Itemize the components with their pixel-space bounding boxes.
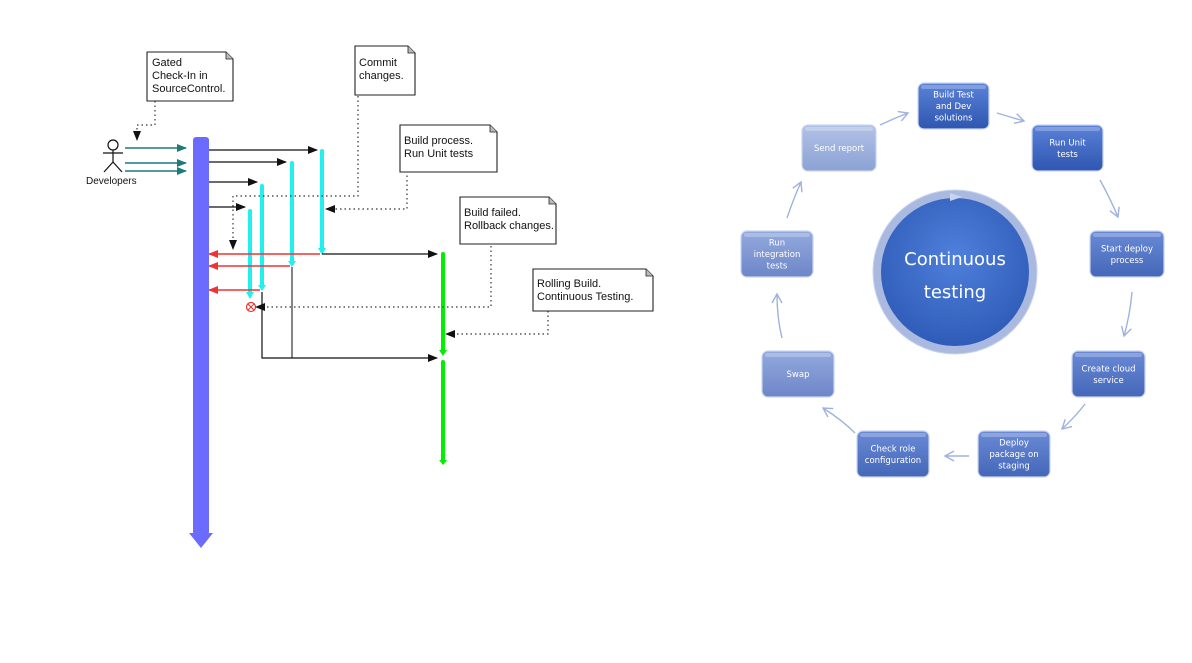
circle-x-icon (245, 301, 257, 313)
step-highlight (1093, 233, 1161, 237)
note-line: Build failed. (464, 207, 521, 219)
note-build-failed: Build failed. Rollback changes. (459, 196, 557, 245)
success-arrows (261, 250, 438, 362)
actor-label: Developers (86, 176, 137, 187)
cycle-step-send-report: Send report (801, 124, 877, 172)
step-label: tests (767, 262, 788, 272)
cycle-step-check-role-config: Check role configuration (856, 430, 930, 478)
step-label: tests (1057, 150, 1078, 160)
step-label: configuration (865, 456, 921, 466)
main-timeline (189, 137, 213, 548)
step-label: staging (998, 462, 1030, 472)
stick-figure-icon (103, 139, 123, 173)
step-highlight (744, 233, 810, 237)
note-line: Rolling Build. (537, 278, 601, 290)
note-rolling-build: Rolling Build. Continuous Testing. (532, 268, 654, 312)
step-highlight (765, 353, 831, 357)
step-label: Deploy (999, 439, 1029, 449)
step-highlight (921, 85, 986, 89)
note-line: Rollback changes. (464, 220, 554, 232)
step-label: Run (769, 239, 785, 249)
note-line: Continuous Testing. (537, 291, 633, 303)
step-label: solutions (934, 114, 973, 124)
continuous-testing-cycle: Continuous testing Build Testand Dev solu… (740, 82, 1165, 478)
note-build-process: Build process. Run Unit tests (399, 124, 498, 173)
note-gated-checkin: Gated Check-In in SourceControl. (146, 51, 234, 102)
step-label: and Dev (936, 102, 972, 112)
timeline-arrowhead-icon (189, 533, 213, 548)
cycle-step-build-test-dev: Build Testand Dev solutions (917, 82, 990, 130)
step-label: Send report (814, 144, 865, 154)
step-label: Start deploy (1101, 244, 1153, 254)
step-label: package on (989, 450, 1038, 460)
step-label: service (1093, 376, 1123, 386)
step-label: integration (754, 250, 801, 260)
cycle-step-swap: Swap (761, 350, 835, 398)
left-process-diagram: Developers Gated Check-In in SourceContr… (86, 45, 654, 548)
step-highlight (1035, 127, 1100, 131)
step-label: Swap (787, 370, 810, 380)
note-line: Check-In in (152, 70, 208, 82)
step-label: Create cloud (1082, 364, 1136, 374)
note-line: Gated (152, 57, 182, 69)
note-line: Run Unit tests (404, 148, 474, 160)
step-label: Build Test (933, 91, 974, 101)
note-line: changes. (359, 70, 404, 82)
note-commit: Commit changes. (354, 45, 416, 96)
hub-circle: Continuous testing (872, 189, 1038, 355)
build-lanes (246, 149, 326, 299)
step-highlight (805, 127, 873, 131)
step-label: process (1111, 256, 1144, 266)
rolling-build-lanes (439, 252, 447, 465)
step-highlight (1075, 353, 1142, 357)
cycle-step-create-cloud-service: Create cloud service (1071, 350, 1146, 398)
note-line: SourceControl. (152, 83, 225, 95)
note-line: Commit (359, 57, 397, 69)
cycle-step-deploy-package: Deploypackage on staging (977, 430, 1051, 478)
cycle-step-start-deploy: Start deploy process (1089, 230, 1165, 278)
note-line: Build process. (404, 135, 473, 147)
step-label: Check role (871, 444, 916, 454)
checkin-arrows (125, 144, 187, 175)
diagram-canvas: Developers Gated Check-In in SourceContr… (86, 45, 1165, 548)
step-label: Run Unit (1049, 138, 1086, 148)
step-highlight (860, 433, 926, 437)
hub-line: testing (924, 282, 986, 303)
hub-line: Continuous (904, 249, 1006, 270)
cycle-step-run-unit-tests: Run Unit tests (1031, 124, 1104, 172)
step-highlight (981, 433, 1047, 437)
cycle-step-run-integration-tests: Runintegration tests (740, 230, 814, 278)
rollback-arrows (208, 250, 320, 294)
